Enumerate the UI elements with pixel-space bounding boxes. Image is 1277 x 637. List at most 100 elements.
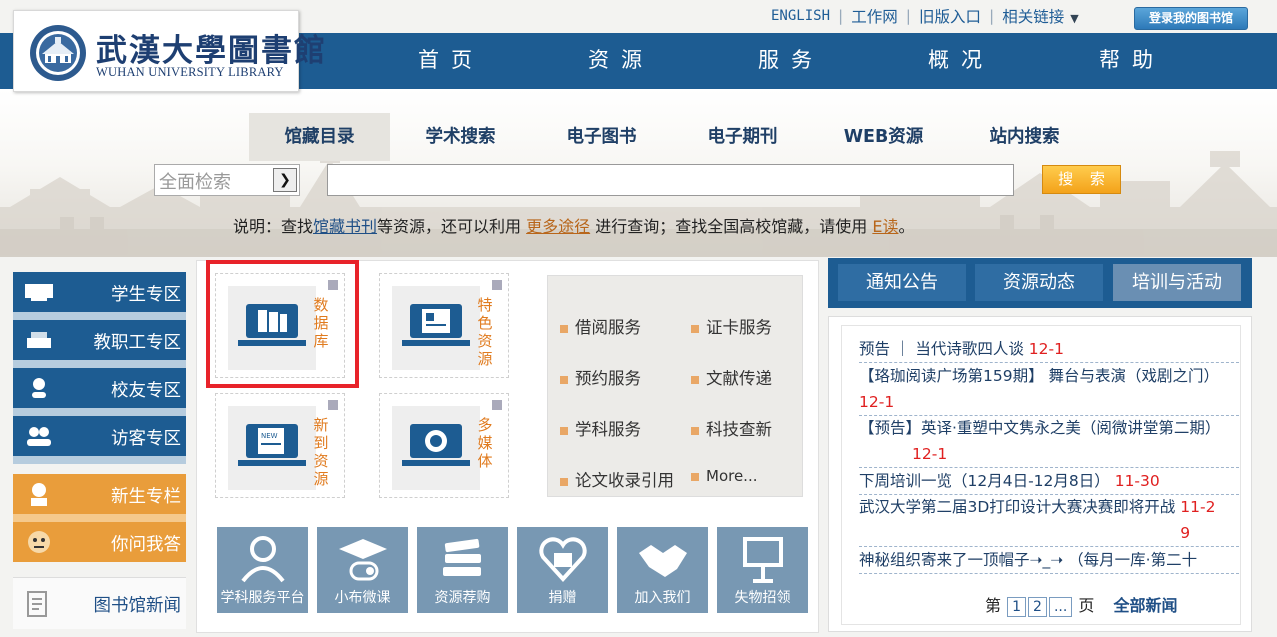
tab-ejournals[interactable]: 电子期刊 — [672, 113, 813, 161]
sidebar-item-label: 图书馆新闻 — [93, 596, 182, 616]
tab-scholar-search[interactable]: 学术搜索 — [390, 113, 531, 161]
notice-item[interactable]: 神秘组织寄来了一顶帽子➝_➝ （每月一库·第二十 — [859, 547, 1197, 573]
notice-item[interactable]: 下周培训一览（12月4日-12月8日） 11-30 — [859, 468, 1160, 494]
notice-item[interactable]: 【珞珈阅读广场第159期】 舞台与表演（戏剧之门） — [859, 363, 1219, 389]
quick-button-recommend-purchase[interactable]: 资源荐购 — [417, 527, 508, 613]
student-icon — [25, 284, 53, 301]
separator: | — [905, 7, 911, 25]
highlight-box — [206, 260, 359, 388]
new-arrivals-laptop-icon: NEW — [238, 424, 306, 466]
sidebar-item-faculty[interactable]: 教职工专区 — [13, 320, 186, 360]
service-link[interactable]: 学科服务 — [560, 416, 641, 440]
tile-label: 新到资源 — [313, 416, 329, 488]
more-ways-link[interactable]: 更多途径 — [526, 217, 590, 236]
service-link[interactable]: 论文收录引用 — [560, 467, 674, 491]
divider — [13, 312, 186, 320]
page-more-link[interactable]: ... — [1048, 596, 1073, 617]
notice-item[interactable]: 预告 ｜ 当代诗歌四人谈 12-1 — [859, 336, 1064, 362]
note-text: 。 — [898, 217, 915, 236]
nav-services[interactable]: 服务 — [711, 33, 871, 89]
library-logo[interactable]: 武漢大學圖書館 WUHAN UNIVERSITY LIBRARY — [13, 10, 325, 92]
work-net-link[interactable]: 工作网 — [851, 5, 898, 27]
quick-button-subject-platform[interactable]: 学科服务平台 — [217, 527, 308, 613]
sidebar-item-library-news[interactable]: 图书馆新闻 — [13, 577, 186, 629]
page-1-link[interactable]: 1 — [1007, 596, 1027, 617]
special-collection-laptop-icon — [402, 304, 470, 346]
notice-title: 【珞珈阅读广场第159期】 舞台与表演（戏剧之门） — [859, 367, 1220, 385]
sidebar-item-qa[interactable]: 你问我答 — [13, 522, 186, 562]
notice-title: 武汉大学第二届3D打印设计大赛决赛即将开战 — [859, 498, 1176, 516]
service-link[interactable]: 科技查新 — [691, 416, 772, 440]
notice-date: 12-1 — [1028, 340, 1064, 358]
nav-resources[interactable]: 资源 — [541, 33, 701, 89]
left-sidebar: 学生专区 教职工专区 校友专区 访客专区 新生专栏 你问我答 图书馆新闻 — [13, 265, 186, 637]
nav-overview[interactable]: 概况 — [881, 33, 1041, 89]
services-list: 借阅服务 证卡服务 预约服务 文献传递 学科服务 科技查新 论文收录引用 Mor… — [547, 275, 803, 497]
bullet — [560, 375, 568, 384]
quick-button-join-us[interactable]: 加入我们 — [617, 527, 708, 613]
sidebar-item-freshman[interactable]: 新生专栏 — [13, 474, 186, 514]
tab-site-search[interactable]: 站内搜索 — [954, 113, 1095, 161]
nav-help[interactable]: 帮助 — [1052, 33, 1212, 89]
bullet — [691, 324, 699, 333]
search-button[interactable]: 搜 索 — [1042, 165, 1121, 194]
more-services-link[interactable]: More... — [691, 467, 758, 485]
quick-button-donate[interactable]: 捐赠 — [517, 527, 608, 613]
related-links-dropdown[interactable]: 相关链接 ▼ — [1002, 5, 1078, 27]
search-scope-value: 全面检索 — [159, 172, 231, 193]
tab-web-resources[interactable]: WEB资源 — [813, 113, 954, 161]
quick-button-lost-found[interactable]: 失物招领 — [717, 527, 808, 613]
service-link[interactable]: 证卡服务 — [691, 314, 772, 338]
sidebar-item-label: 学生专区 — [111, 285, 181, 305]
service-label: More... — [706, 467, 758, 485]
nav-home[interactable]: 首页 — [371, 33, 531, 89]
tile-label: 特色资源 — [477, 296, 493, 368]
sidebar-item-student[interactable]: 学生专区 — [13, 272, 186, 312]
service-link[interactable]: 预约服务 — [560, 365, 641, 389]
english-link[interactable]: ENGLISH — [771, 8, 830, 24]
sidebar-item-alumni[interactable]: 校友专区 — [13, 368, 186, 408]
quick-button-micro-lessons[interactable]: 小布微课 — [317, 527, 408, 613]
notice-tabs: 通知公告 资源动态 培训与活动 — [828, 258, 1252, 308]
tab-training-events[interactable]: 培训与活动 — [1113, 264, 1241, 301]
resource-tile-multimedia[interactable]: 多媒体 — [379, 393, 509, 498]
sidebar-item-visitor[interactable]: 访客专区 — [13, 416, 186, 456]
tab-ebooks[interactable]: 电子图书 — [531, 113, 672, 161]
e-read-link[interactable]: E读 — [872, 217, 898, 236]
search-input[interactable] — [327, 164, 1014, 196]
quick-button-label: 加入我们 — [634, 590, 691, 606]
university-emblem-icon — [30, 25, 86, 81]
tile-label: 多媒体 — [477, 416, 493, 470]
catalog-books-link[interactable]: 馆藏书刊 — [313, 217, 377, 236]
svg-text:NEW: NEW — [261, 432, 278, 440]
resource-tile-special[interactable]: 特色资源 — [379, 273, 509, 378]
search-scope-select[interactable]: 全面检索 ❯ — [154, 164, 300, 196]
bullet — [691, 426, 699, 435]
service-link[interactable]: 文献传递 — [691, 365, 772, 389]
notices-panel: 通知公告 资源动态 培训与活动 预告 ｜ 当代诗歌四人谈 12-1 【珞珈阅读广… — [828, 258, 1252, 637]
notice-item[interactable]: 【预告】英译·重塑中文隽永之美（阅微讲堂第二期） — [859, 415, 1221, 441]
notice-date: 11-29 — [1180, 498, 1216, 542]
service-label: 科技查新 — [706, 420, 772, 439]
all-news-link[interactable]: 全部新闻 — [1114, 596, 1178, 615]
heart-book-icon — [539, 537, 587, 582]
notice-date: 11-30 — [1114, 472, 1160, 490]
tab-resource-news[interactable]: 资源动态 — [975, 264, 1103, 301]
login-my-library-button[interactable]: 登录我的图书馆 — [1134, 7, 1248, 30]
corner-mark — [492, 400, 502, 410]
service-link[interactable]: 借阅服务 — [560, 314, 641, 338]
tab-catalog[interactable]: 馆藏目录 — [249, 113, 390, 161]
bullet — [691, 472, 699, 481]
tab-announcements[interactable]: 通知公告 — [838, 264, 966, 301]
separator: | — [989, 7, 995, 25]
qa-icon — [28, 531, 50, 553]
notice-item[interactable]: 武汉大学第二届3D打印设计大赛决赛即将开战 11-29 — [859, 494, 1216, 542]
bullet — [560, 426, 568, 435]
separator: | — [838, 7, 844, 25]
resource-tile-new-arrivals[interactable]: NEW 新到资源 — [215, 393, 345, 498]
page-2-link[interactable]: 2 — [1028, 596, 1047, 617]
users-icon — [241, 536, 285, 583]
service-label: 证卡服务 — [706, 318, 772, 337]
notice-date: 12-1 — [912, 445, 948, 463]
old-version-link[interactable]: 旧版入口 — [919, 5, 981, 27]
